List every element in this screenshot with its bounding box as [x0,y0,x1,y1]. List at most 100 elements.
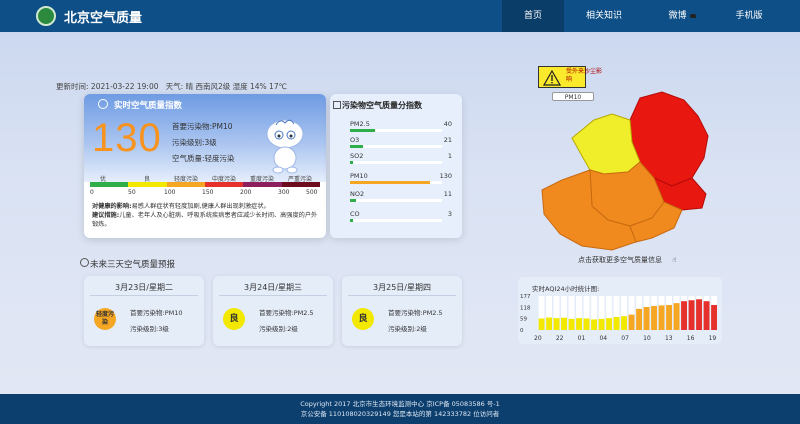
more-info-link[interactable]: 点击获取更多空气质量信息 ☝ [578,255,677,265]
pollutant-icon [333,101,341,109]
forecast-badge: 轻度污染 [94,308,116,330]
y-tick-label: 0 [520,328,524,334]
chart-bar[interactable] [553,318,560,330]
pollutant-card: 污染物空气质量分指数 PM2.5 40 O3 21 SO2 1 PM10 130 NO2 11 CO… [330,94,462,238]
scale-value: 50 [128,189,136,196]
chart-bar[interactable] [606,318,612,330]
x-tick-label: 10 [643,335,651,342]
site-logo[interactable] [36,6,56,26]
pollutant-bar [350,199,357,202]
pollutant-name: O3 [350,136,360,144]
chart-bar[interactable] [711,305,717,330]
beijing-map[interactable] [532,86,722,252]
chart-bar[interactable] [598,318,605,330]
chart-bar[interactable] [538,318,545,330]
update-time: 2021-03-22 19:00 [90,82,159,91]
scale-value: 200 [240,189,252,196]
nav-weibo[interactable]: 微博 [652,0,712,32]
pollutant-row: O3 21 [350,136,462,152]
pollutant-value: 11 [443,190,452,198]
pollutant-name: NO2 [350,190,365,198]
chart-bar[interactable] [621,316,627,330]
scale-labels: 优 良 轻度污染 中度污染 重度污染 严重污染 [90,174,320,183]
scale-value: 300 [278,189,290,196]
x-tick-label: 13 [665,335,673,342]
chart-bar[interactable] [696,299,702,330]
pollution-level: 污染级别:3级 [172,138,217,147]
chart-bar[interactable] [546,317,552,330]
chart-bar[interactable] [561,317,567,330]
forecast-level: 污染级别:3级 [130,325,169,333]
chart-bar[interactable] [628,314,635,330]
scale-seg [243,182,282,187]
advice-label: 建议措施: [92,212,120,219]
aqi-value: 130 [92,116,162,160]
forecast-primary: 首要污染物:PM10 [130,309,183,317]
chart-bar[interactable] [583,318,590,330]
aqi-icon [98,99,108,109]
health-advice: 对健康的影响:易感人群症状有轻度加剧,健康人群出现刺激症状。 建议措施:儿童、老… [92,202,320,229]
pollutant-bar [350,181,431,184]
nav-knowledge[interactable]: 相关知识 [570,0,638,32]
y-tick-label: 177 [520,294,531,300]
chart-bar[interactable] [643,306,650,330]
nav-mobile[interactable]: 手机版 [718,0,780,32]
chart-bar[interactable] [703,301,710,330]
aqi-scale-bar [90,182,320,187]
forecast-primary: 首要污染物:PM2.5 [259,309,314,317]
divider [219,295,327,296]
forecast-date: 3月24日/星期三 [244,283,302,292]
pollutant-row: NO2 11 [350,190,462,206]
forecast-primary: 首要污染物:PM2.5 [388,309,443,317]
chart-bar[interactable] [591,319,597,330]
x-tick-label: 16 [687,335,695,342]
x-tick-label: 01 [578,335,586,342]
chart-bar[interactable] [576,318,582,330]
aqi-24h-chart[interactable]: 177 118 59 0 20 22 01 04 07 10 13 16 19 [518,292,722,344]
chart-bar[interactable] [613,316,620,330]
y-tick-label: 118 [520,305,531,311]
chart-bar[interactable] [636,308,642,330]
pollutant-bar [350,161,353,164]
chart-bar[interactable] [673,303,680,330]
forecast-card[interactable]: 3月24日/星期三 良 首要污染物:PM2.5 污染级别:2级 [213,276,333,346]
pollutant-tag[interactable]: PM10 [552,92,594,101]
pollutant-title: 污染物空气质量分指数 [342,101,422,110]
pollutant-value: 130 [439,172,452,180]
update-info: 更新时间: 2021-03-22 19:00 天气: 晴 西南风2级 湿度 14… [56,81,287,92]
chart-bar[interactable] [568,318,575,330]
forecast-card[interactable]: 3月25日/星期四 良 首要污染物:PM2.5 污染级别:2级 [342,276,462,346]
pollutant-track [350,145,442,148]
primary-pollutant: 首要污染物:PM10 [172,122,233,131]
chart-bar[interactable] [658,305,665,330]
scale-value: 100 [164,189,176,196]
footer-record: 京公安备 110108020329149 您是本站的第 142333782 位访… [300,410,500,418]
pollutant-bar [350,129,375,132]
site-title[interactable]: 北京空气质量 [64,7,142,26]
forecast-date: 3月25日/星期四 [373,283,431,292]
pollutant-row: SO2 1 [350,152,462,168]
chart-bar[interactable] [666,305,672,330]
clock-icon [80,258,89,267]
forecast-date: 3月23日/星期二 [115,283,173,292]
advice-text: 儿童、老年人及心脏病、呼吸系统疾病患者应减少长时间、高强度的户外锻炼。 [92,212,318,228]
pollutant-value: 21 [443,136,452,144]
y-tick-label: 59 [520,317,527,323]
forecast-card[interactable]: 3月23日/星期二 轻度污染 首要污染物:PM10 污染级别:3级 [84,276,204,346]
pollutant-track [350,219,442,222]
district-yanqing[interactable] [571,113,641,175]
chart-bar[interactable] [651,305,657,330]
warning-icon [543,70,561,86]
chart-bar[interactable] [688,300,695,330]
nav-home[interactable]: 首页 [502,0,564,32]
impact-text: 易感人群症状有轻度加剧,健康人群出现刺激症状。 [131,203,270,210]
divider [348,295,456,296]
footer-copyright: Copyright 2017 北京市生态环境监测中心 京ICP备 0508358… [300,400,500,408]
pollutant-name: CO [350,210,360,218]
pollutant-value: 1 [447,152,452,160]
nav-weibo-label: 微博 [668,11,687,21]
chart-bar[interactable] [681,301,687,330]
impact-label: 对健康的影响: [92,203,132,210]
scale-seg [90,182,129,187]
x-tick-label: 20 [534,335,542,342]
